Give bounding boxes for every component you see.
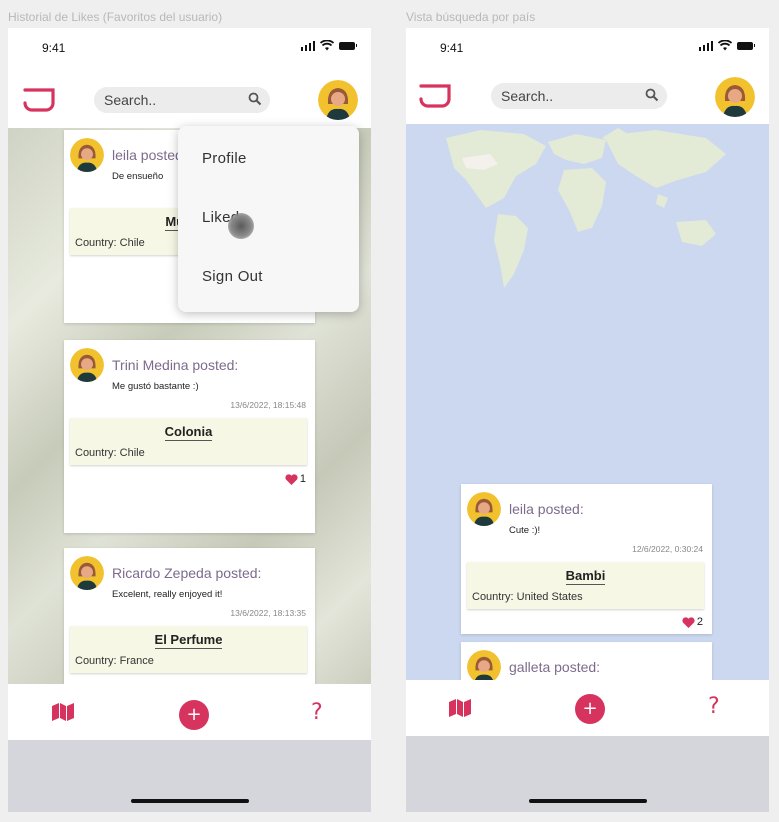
avatar — [467, 492, 501, 526]
post-author: leila posted: — [112, 147, 187, 163]
bottom-nav: + ? — [8, 684, 371, 740]
battery-icon — [339, 41, 357, 50]
post-author: leila posted: — [509, 501, 584, 517]
post-comment: De ensueño — [112, 171, 164, 182]
post-card: Ricardo Zepeda posted: Excelent, really … — [64, 548, 315, 684]
signal-icon — [300, 40, 315, 51]
phone-liked-history: 9:41 Search.. leila posted: De ensueño M… — [8, 28, 371, 812]
help-icon[interactable]: ? — [311, 700, 323, 725]
search-placeholder: Search.. — [104, 92, 157, 108]
user-avatar[interactable] — [318, 80, 358, 120]
signal-icon — [698, 40, 713, 51]
add-post-button[interactable]: + — [575, 694, 605, 724]
search-placeholder: Search.. — [501, 88, 554, 104]
item-name[interactable]: Bambi — [565, 568, 606, 585]
post-card: Trini Medina posted: Me gustó bastante :… — [64, 340, 315, 533]
item-box[interactable]: Colonia Country: Chile — [70, 418, 307, 465]
frame-title-right: Vista búsqueda por país — [406, 10, 536, 24]
post-header: Ricardo Zepeda posted: — [70, 556, 261, 590]
avatar — [70, 138, 104, 172]
avatar — [70, 556, 104, 590]
frame-title-left: Historial de Likes (Favoritos del usuari… — [8, 10, 223, 24]
post-header: galleta posted: — [467, 650, 600, 680]
wifi-icon — [718, 40, 732, 51]
post-author: galleta posted: — [509, 659, 601, 675]
home-indicator-area — [8, 740, 371, 812]
logo-icon[interactable] — [22, 88, 56, 112]
wifi-icon — [320, 40, 334, 51]
post-comment: Cute :)! — [509, 525, 541, 536]
item-name[interactable]: El Perfume — [154, 632, 223, 649]
search-icon[interactable] — [248, 92, 262, 106]
search-input[interactable]: Search.. — [491, 83, 667, 109]
post-comment: Me gustó bastante :) — [112, 381, 199, 392]
post-comment: Excelent, really enjoyed it! — [112, 589, 223, 600]
status-time: 9:41 — [440, 41, 464, 55]
heart-icon[interactable] — [682, 616, 695, 628]
world-map[interactable]: leila posted: Cute :)! 12/6/2022, 0:30:2… — [406, 124, 769, 680]
item-box[interactable]: El Perfume Country: France — [70, 626, 307, 673]
like-count[interactable]: 2 — [682, 616, 703, 628]
status-time: 9:41 — [42, 41, 66, 55]
add-post-button[interactable]: + — [179, 700, 209, 730]
help-icon[interactable]: ? — [708, 694, 720, 719]
menu-item-sign-out[interactable]: Sign Out — [202, 268, 263, 285]
post-timestamp: 12/6/2022, 0:30:24 — [632, 544, 703, 554]
like-count-value: 1 — [299, 473, 306, 485]
phone-country-search: 9:41 Search.. leila posted: Cute:)! 12/… — [406, 28, 769, 812]
post-card: leila posted: Cute :)! 12/6/2022, 0:30:2… — [461, 484, 712, 634]
map-icon[interactable] — [52, 703, 74, 721]
post-header: leila posted: — [467, 492, 584, 526]
status-icons — [300, 40, 357, 51]
status-bar: 9:41 — [406, 28, 769, 72]
bottom-nav: + ? — [406, 680, 769, 736]
home-indicator-area — [406, 736, 769, 812]
search-input[interactable]: Search.. — [94, 87, 270, 113]
post-header: Trini Medina posted: — [70, 348, 238, 382]
like-count-value: 2 — [696, 616, 703, 628]
battery-icon — [737, 41, 755, 50]
item-box[interactable]: Bambi Country: United States — [467, 562, 704, 609]
post-header: leila posted: — [70, 138, 187, 172]
post-card: galleta posted: — [461, 642, 712, 680]
like-count[interactable]: 1 — [285, 473, 306, 485]
status-bar: 9:41 — [8, 28, 371, 72]
search-icon[interactable] — [645, 88, 659, 102]
avatar — [70, 348, 104, 382]
item-country: Country: Chile — [75, 237, 145, 249]
item-name[interactable]: Colonia — [164, 424, 213, 441]
user-avatar[interactable] — [715, 77, 755, 117]
item-country: Country: United States — [472, 591, 583, 603]
user-menu: Profile Liked Sign Out — [178, 126, 359, 312]
status-icons — [698, 40, 755, 51]
logo-icon[interactable] — [418, 84, 452, 108]
map-icon[interactable] — [449, 699, 471, 717]
item-country: Country: Chile — [75, 447, 145, 459]
home-indicator — [130, 799, 249, 803]
heart-icon[interactable] — [285, 473, 298, 485]
menu-item-profile[interactable]: Profile — [202, 150, 247, 167]
post-author: Ricardo Zepeda posted: — [112, 565, 262, 581]
home-indicator — [528, 799, 647, 803]
avatar — [467, 650, 501, 680]
post-author: Trini Medina posted: — [112, 357, 239, 373]
touch-cursor — [228, 213, 254, 239]
item-country: Country: France — [75, 655, 154, 667]
post-timestamp: 13/6/2022, 18:13:35 — [230, 608, 306, 618]
post-timestamp: 13/6/2022, 18:15:48 — [230, 400, 306, 410]
